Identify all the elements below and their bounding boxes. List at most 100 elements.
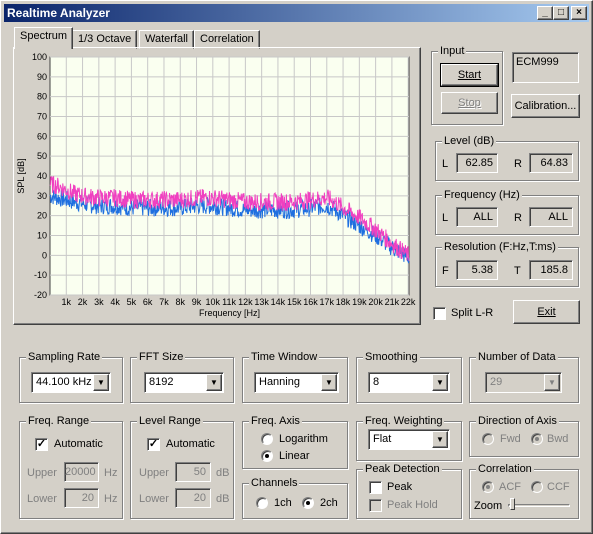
chevron-down-icon: ▼ <box>544 374 560 391</box>
level-range-auto-label: Automatic <box>166 438 215 450</box>
frequency-r-value: ALL <box>529 207 573 227</box>
spectrum-chart: 1009080706050403020100-10-20 1k 2k 3k 4k 5k 6… <box>16 52 416 318</box>
resolution-group-label: Resolution (F:Hz,T:ms) <box>442 241 558 253</box>
x-tick-label: 20k <box>368 297 383 307</box>
freq-upper-label: Upper <box>27 467 57 479</box>
calibration-button[interactable]: Calibration... <box>511 94 580 118</box>
chevron-down-icon: ▼ <box>93 374 109 391</box>
time-window-select[interactable]: Hanning ▼ <box>254 372 339 393</box>
fft-size-label: FFT Size <box>137 351 186 363</box>
resolution-f-value: 5.38 <box>456 260 498 280</box>
level-lower-unit: dB <box>216 493 230 505</box>
direction-fwd-radio[interactable] <box>482 433 494 445</box>
y-tick-label: 50 <box>37 151 47 161</box>
x-tick-label: 13k <box>254 297 269 307</box>
title-bar[interactable]: Realtime Analyzer _ □ × <box>4 4 589 22</box>
level-r-value: 64.83 <box>529 153 573 173</box>
x-tick-label: 12k <box>238 297 253 307</box>
fft-size-value: 8192 <box>149 376 174 388</box>
resolution-t-value: 185.8 <box>529 260 573 280</box>
zoom-label: Zoom <box>474 500 503 512</box>
exit-button[interactable]: Exit <box>513 300 580 324</box>
direction-bwd-radio[interactable] <box>531 433 543 445</box>
y-tick-label: 0 <box>42 250 47 260</box>
channels-1ch-radio[interactable] <box>256 497 268 509</box>
level-l-value: 62.85 <box>456 153 498 173</box>
y-tick-label: 70 <box>37 112 47 122</box>
y-tick-label: -20 <box>34 290 47 300</box>
x-tick-label: 1k <box>62 297 72 307</box>
smoothing-label: Smoothing <box>363 351 420 363</box>
x-tick-label: 18k <box>336 297 351 307</box>
minimize-button[interactable]: _ <box>537 6 553 20</box>
freq-range-auto-checkbox[interactable]: ✓ <box>35 438 48 451</box>
x-tick-label: 8k <box>175 297 185 307</box>
level-lower-label: Lower <box>139 493 169 505</box>
maximize-button[interactable]: □ <box>553 6 569 20</box>
x-tick-label: 7k <box>159 297 169 307</box>
freq-axis-linear-label: Linear <box>279 450 310 462</box>
exit-button-label: Exit <box>537 306 556 318</box>
radio-dot-icon <box>535 437 539 441</box>
freq-axis-linear-radio[interactable] <box>261 450 273 462</box>
number-of-data-select[interactable]: 29 ▼ <box>485 372 562 393</box>
start-button[interactable]: Start <box>440 63 499 87</box>
freq-axis-log-label: Logarithm <box>279 433 328 445</box>
correlation-acf-radio[interactable] <box>482 481 494 493</box>
level-r-label: R <box>514 158 522 170</box>
freq-range-label: Freq. Range <box>26 415 92 427</box>
zoom-slider-thumb[interactable] <box>510 498 515 510</box>
y-tick-label: 30 <box>37 191 47 201</box>
x-tick-label: 11k <box>222 297 236 307</box>
level-l-label: L <box>442 158 449 170</box>
x-tick-label: 6k <box>143 297 153 307</box>
y-tick-label: 100 <box>32 52 47 62</box>
device-name-display: ECM999 <box>512 52 579 83</box>
peak-checkbox[interactable] <box>369 481 382 494</box>
level-lower-input[interactable]: 20 <box>175 488 211 508</box>
correlation-ccf-radio[interactable] <box>531 481 543 493</box>
level-range-auto-checkbox[interactable]: ✓ <box>147 438 160 451</box>
fft-size-select[interactable]: 8192 ▼ <box>144 372 224 393</box>
close-button[interactable]: × <box>571 6 587 20</box>
direction-label: Direction of Axis <box>476 415 559 427</box>
freq-axis-log-radio[interactable] <box>261 433 273 445</box>
x-axis-label: Frequency [Hz] <box>199 308 260 318</box>
x-tick-label: 14k <box>271 297 286 307</box>
freq-upper-input[interactable]: 20000 <box>64 462 99 482</box>
x-tick-label: 3k <box>94 297 104 307</box>
freq-lower-input[interactable]: 20 <box>64 488 99 508</box>
radio-dot-icon <box>265 454 269 458</box>
smoothing-select[interactable]: 8 ▼ <box>368 372 450 393</box>
split-lr-checkbox[interactable] <box>433 307 446 320</box>
x-tick-label: 5k <box>127 297 137 307</box>
x-tick-label: 17k <box>320 297 335 307</box>
freq-weighting-select[interactable]: Flat ▼ <box>368 429 450 450</box>
tab-spectrum[interactable]: Spectrum <box>14 27 74 49</box>
y-tick-label: 90 <box>37 72 47 82</box>
level-range-label: Level Range <box>137 415 203 427</box>
channels-2ch-radio[interactable] <box>302 497 314 509</box>
frequency-l-value: ALL <box>456 207 498 227</box>
chevron-down-icon: ▼ <box>432 431 448 448</box>
correlation-ccf-label: CCF <box>547 481 570 493</box>
frequency-r-label: R <box>514 212 522 224</box>
y-tick-label: 20 <box>37 211 47 221</box>
x-tick-label: 4k <box>110 297 120 307</box>
zoom-slider-track[interactable] <box>508 504 570 507</box>
input-group-label: Input <box>438 45 467 57</box>
channels-1ch-label: 1ch <box>274 497 292 509</box>
radio-dot-icon <box>486 485 490 489</box>
number-of-data-value: 29 <box>490 376 503 388</box>
x-tick-label: 16k <box>303 297 318 307</box>
x-tick-label: 19k <box>352 297 367 307</box>
calibration-button-label: Calibration... <box>514 100 577 112</box>
radio-dot-icon <box>306 501 310 505</box>
sampling-rate-select[interactable]: 44.100 kHz ▼ <box>31 372 111 393</box>
y-tick-label: 40 <box>37 171 47 181</box>
freq-lower-label: Lower <box>27 493 57 505</box>
level-upper-input[interactable]: 50 <box>175 462 211 482</box>
channels-2ch-label: 2ch <box>320 497 338 509</box>
peak-hold-checkbox[interactable] <box>369 499 382 512</box>
stop-button[interactable]: Stop <box>441 92 498 114</box>
